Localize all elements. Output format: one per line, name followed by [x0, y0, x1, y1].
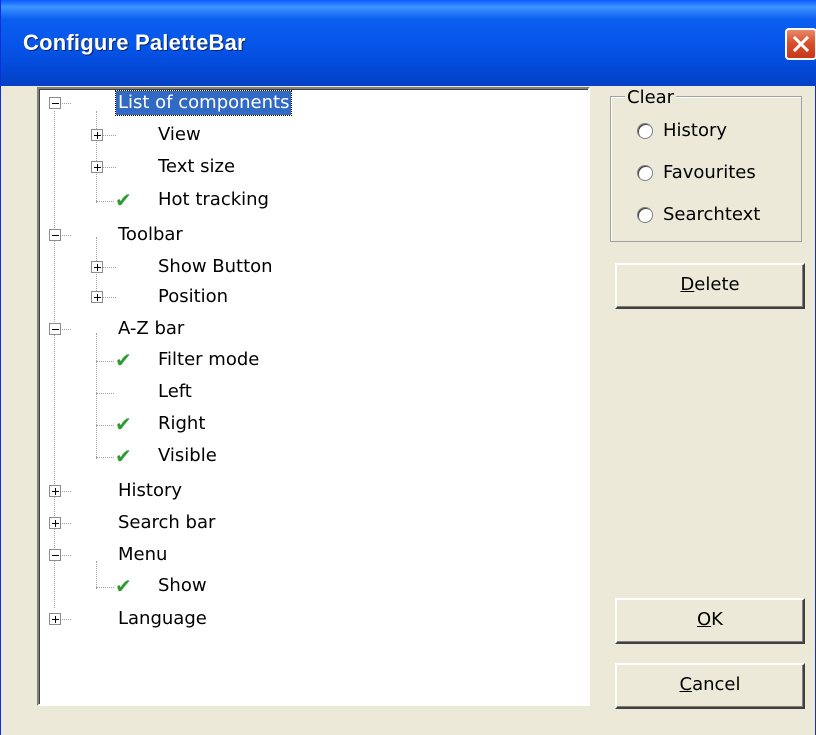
- checkmark-icon[interactable]: ✔: [115, 348, 132, 372]
- collapse-icon[interactable]: [49, 549, 61, 561]
- tree-item-hot-tracking[interactable]: Hot tracking: [156, 188, 271, 212]
- checkmark-icon[interactable]: ✔: [115, 188, 132, 212]
- favourites-radio[interactable]: [637, 165, 653, 181]
- tree-item-a-z-bar[interactable]: A-Z bar: [116, 317, 186, 341]
- window-title: Configure PaletteBar: [23, 30, 246, 55]
- title-bar[interactable]: Configure PaletteBar: [1, 0, 816, 86]
- cancel-label: ancel: [692, 674, 741, 695]
- delete-mnemonic: D: [680, 274, 695, 295]
- tree-item-text-size[interactable]: Text size: [156, 155, 237, 179]
- collapse-icon[interactable]: [49, 229, 61, 241]
- tree-connector: [96, 457, 114, 458]
- expand-icon[interactable]: [91, 161, 103, 173]
- cancel-button[interactable]: Cancel: [615, 663, 805, 709]
- ok-mnemonic: O: [697, 609, 712, 630]
- clear-group-label: Clear: [625, 87, 677, 109]
- favourites-radio-label[interactable]: Favourites: [663, 161, 756, 185]
- tree-connector: [102, 167, 116, 168]
- tree-connector: [96, 561, 97, 589]
- delete-button[interactable]: Delete: [615, 263, 805, 309]
- tree-connector: [54, 111, 55, 608]
- tree-connector: [96, 361, 114, 362]
- tree-item-left[interactable]: Left: [156, 380, 194, 404]
- checkmark-icon[interactable]: ✔: [115, 444, 132, 468]
- tree-connector: [96, 393, 114, 394]
- components-tree[interactable]: ✔ ✔ ✔ ✔ ✔ List of components View Text s…: [37, 87, 590, 706]
- tree-connector: [102, 267, 116, 268]
- tree-connector: [102, 135, 116, 136]
- collapse-icon[interactable]: [49, 323, 61, 335]
- tree-item-filter-mode[interactable]: Filter mode: [156, 348, 261, 372]
- tree-connector: [102, 297, 116, 298]
- tree-item-toolbar[interactable]: Toolbar: [116, 223, 185, 247]
- expand-icon[interactable]: [49, 517, 61, 529]
- tree-connector: [96, 111, 97, 203]
- tree-connector: [96, 587, 114, 588]
- expand-icon[interactable]: [49, 613, 61, 625]
- tree-item-history[interactable]: History: [116, 479, 184, 503]
- tree-item-show[interactable]: Show: [156, 574, 209, 598]
- ok-button[interactable]: OK: [615, 598, 805, 644]
- tree-item-search-bar[interactable]: Search bar: [116, 511, 217, 535]
- tree-item-list-of-components[interactable]: List of components: [114, 90, 293, 116]
- expand-icon[interactable]: [91, 261, 103, 273]
- checkmark-icon[interactable]: ✔: [115, 574, 132, 598]
- tree-item-show-button[interactable]: Show Button: [156, 255, 275, 279]
- history-radio[interactable]: [637, 123, 653, 139]
- tree-connector: [96, 333, 97, 459]
- expand-icon[interactable]: [49, 485, 61, 497]
- delete-label: elete: [694, 274, 740, 295]
- tree-item-visible[interactable]: Visible: [156, 444, 219, 468]
- searchtext-radio[interactable]: [637, 207, 653, 223]
- tree-connector: [96, 425, 114, 426]
- dialog-window: Configure PaletteBar ✔ ✔ ✔ ✔ ✔ List of c…: [0, 0, 816, 735]
- expand-icon[interactable]: [91, 129, 103, 141]
- tree-item-position[interactable]: Position: [156, 285, 230, 309]
- expand-icon[interactable]: [91, 291, 103, 303]
- tree-item-menu[interactable]: Menu: [116, 543, 169, 567]
- checkmark-icon[interactable]: ✔: [115, 412, 132, 436]
- close-icon: [792, 35, 810, 53]
- ok-label: K: [711, 609, 723, 630]
- close-button[interactable]: [785, 28, 816, 60]
- tree-item-language[interactable]: Language: [116, 607, 209, 631]
- searchtext-radio-label[interactable]: Searchtext: [663, 203, 760, 227]
- history-radio-label[interactable]: History: [663, 119, 727, 143]
- tree-item-view[interactable]: View: [156, 123, 203, 147]
- tree-connector: [96, 201, 114, 202]
- collapse-icon[interactable]: [49, 97, 61, 109]
- tree-item-right[interactable]: Right: [156, 412, 207, 436]
- cancel-mnemonic: C: [679, 674, 693, 695]
